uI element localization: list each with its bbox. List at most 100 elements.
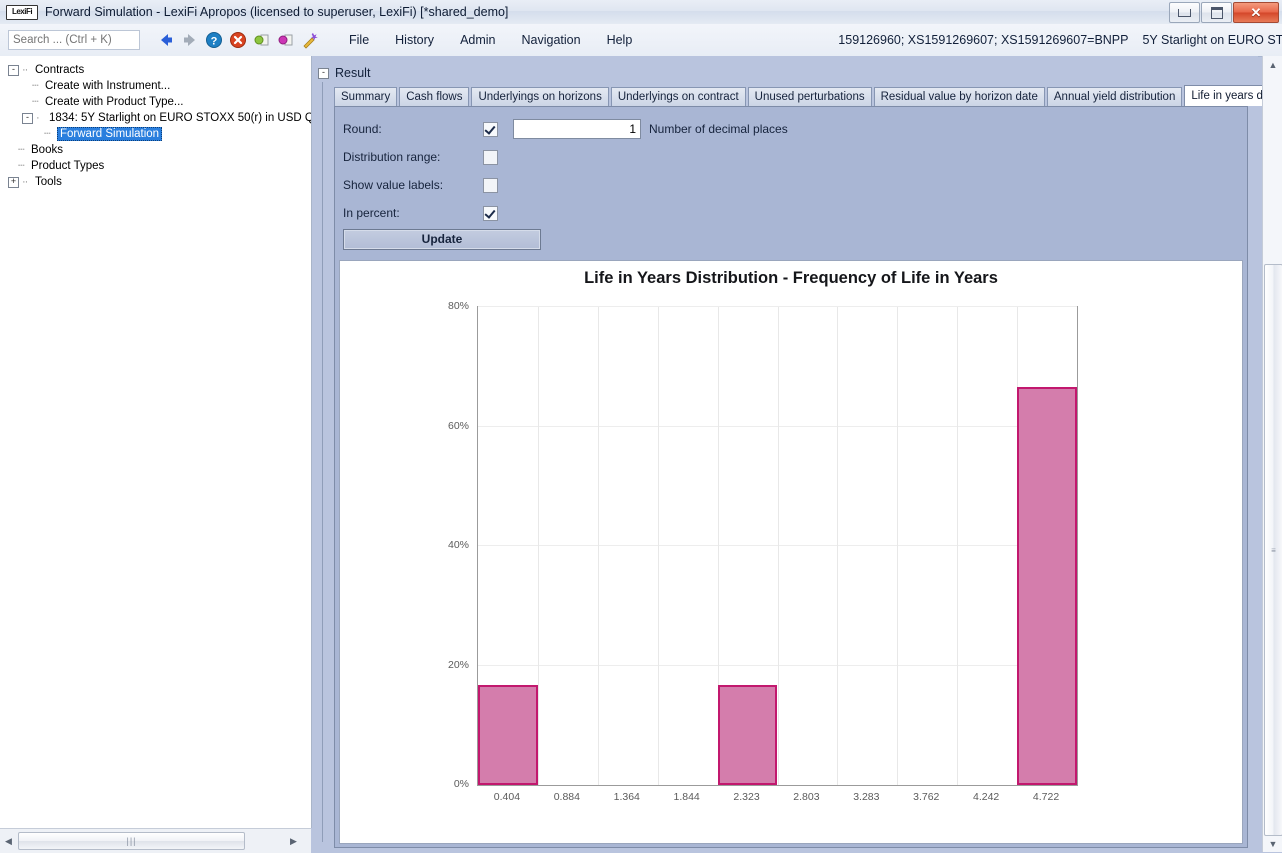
distribution-range-checkbox[interactable] [483,149,498,165]
tree-item-label: Create with Product Type... [45,96,184,109]
option-row-round: Round: Number of decimal places [343,115,1223,143]
option-row-show-value-labels: Show value labels: [343,171,1223,199]
tree-item-label: Create with Instrument... [45,80,171,93]
result-area: - Result Summary Cash flows Underlyings … [312,56,1282,852]
back-arrow-icon[interactable] [156,30,176,50]
scroll-up-arrow-icon[interactable]: ▲ [1263,56,1282,73]
error-icon[interactable] [228,30,248,50]
restore-icon [1210,6,1223,19]
search-input[interactable] [8,30,140,50]
round-checkbox[interactable] [483,121,498,137]
result-header-label: Result [335,66,371,80]
horizontal-scrollbar[interactable]: ◀ ||| ▶ [0,828,311,853]
result-tab-strip: Summary Cash flows Underlyings on horizo… [334,85,1282,106]
chart-gridline-v [897,307,899,785]
grip-icon: ||| [126,836,137,846]
tab-summary[interactable]: Summary [334,87,398,106]
instrument-identifiers: 159126960; XS1591269607; XS1591269607=BN… [838,33,1129,47]
close-button[interactable]: ✕ [1233,2,1279,23]
update-button[interactable]: Update [343,229,541,250]
help-icon[interactable]: ? [204,30,224,50]
tree-item-label: Forward Simulation [57,127,163,142]
tree-item-label: Product Types [31,160,105,173]
tree-item-label: 1834: 5Y Starlight on EURO STOXX 50(r) i… [49,112,312,125]
collapse-icon[interactable]: - [22,112,33,124]
menu-admin[interactable]: Admin [460,33,495,47]
chart-gridline-v [837,307,839,785]
distribution-range-label: Distribution range: [343,150,441,164]
tree-item-contracts[interactable]: - ·· Contracts [8,62,311,78]
tab-annual-yield-distribution[interactable]: Annual yield distribution [1046,87,1183,106]
chart-bar [717,685,778,785]
tree-item-create-with-product-type[interactable]: ┄ Create with Product Type... [8,94,311,110]
green-note-icon[interactable] [252,30,272,50]
tree-item-label: Books [31,144,63,157]
tree-item-contract-1834[interactable]: - · 1834: 5Y Starlight on EURO STOXX 50(r)… [8,110,311,126]
chart-y-tick-label: 20% [447,658,469,671]
expand-icon[interactable]: + [8,176,19,188]
navigation-tree-panel: - ·· Contracts ┄ Create with Instrument... … [0,56,312,828]
show-value-labels-checkbox[interactable] [483,177,498,193]
chart-container: Life in Years Distribution - Frequency o… [339,260,1243,844]
window-title: Forward Simulation - LexiFi Apropos (lic… [45,5,509,19]
tree-item-tools[interactable]: + ·· Tools [8,174,311,190]
chart-gridline-v [597,307,599,785]
close-icon: ✕ [1250,4,1262,20]
window-controls: ✕ [1168,2,1279,23]
chart-bar [478,685,538,785]
scroll-left-arrow-icon[interactable]: ◀ [0,833,17,849]
menu-history[interactable]: History [395,33,434,47]
chart-y-tick-label: 40% [447,539,469,551]
tab-underlyings-on-horizons[interactable]: Underlyings on horizons [471,87,609,106]
collapse-icon[interactable]: - [8,64,19,76]
option-row-distribution-range: Distribution range: [343,143,1223,171]
minimize-button[interactable] [1169,2,1200,23]
show-value-labels-label: Show value labels: [343,178,444,192]
magic-wand-icon[interactable] [300,30,320,50]
vertical-scrollbar[interactable]: ▲ ≡ ▼ [1262,56,1282,852]
scroll-down-arrow-icon[interactable]: ▼ [1263,835,1282,852]
tab-underlyings-on-contract[interactable]: Underlyings on contract [610,87,746,106]
navigation-tree: - ·· Contracts ┄ Create with Instrument... … [0,56,311,190]
menu-navigation[interactable]: Navigation [522,33,581,47]
tree-item-forward-simulation[interactable]: ┄ Forward Simulation [8,126,311,142]
chart-plot-area [477,306,1078,786]
tree-item-create-with-instrument[interactable]: ┄ Create with Instrument... [8,78,311,94]
tab-residual-value-by-horizon-date[interactable]: Residual value by horizon date [873,87,1045,106]
minimize-icon [1178,8,1191,17]
tree-item-product-types[interactable]: ┄ Product Types [8,158,311,174]
tree-connector-line [322,82,323,842]
scroll-right-arrow-icon[interactable]: ▶ [285,833,302,849]
toolbar: ? File History Admin Navigation Help 159… [0,24,1282,57]
forward-arrow-icon[interactable] [180,30,200,50]
chart-title: Life in Years Distribution - Frequency o… [584,269,998,287]
menu-help[interactable]: Help [607,33,633,47]
chart-y-tick-label: 80% [447,300,469,312]
restore-button[interactable] [1201,2,1232,23]
vertical-scrollbar-thumb[interactable]: ≡ [1264,264,1282,836]
round-decimals-input[interactable] [513,119,641,139]
horizontal-scrollbar-thumb[interactable]: ||| [18,832,245,850]
chart-gridline-v [657,307,659,785]
tree-item-books[interactable]: ┄ Books [8,142,311,158]
title-bar: LexiFi Forward Simulation - LexiFi Aprop… [0,0,1282,25]
collapse-icon[interactable]: - [318,67,329,79]
app-logo-icon: LexiFi [6,4,38,20]
life-in-years-distribution-panel: Round: Number of decimal places Distribu… [334,106,1248,848]
chart-y-tick-label: 0% [453,778,469,790]
chart-gridline-v [537,307,539,785]
result-header: - Result [318,66,370,80]
chart-gridline-v [777,307,779,785]
round-hint-label: Number of decimal places [649,122,788,136]
menu-file[interactable]: File [349,33,369,47]
svg-text:?: ? [211,36,218,48]
round-label: Round: [343,122,382,136]
tab-cash-flows[interactable]: Cash flows [399,87,470,106]
chart-y-tick-label: 60% [447,419,469,432]
tab-unused-perturbations[interactable]: Unused perturbations [747,87,872,106]
tree-item-label: Contracts [35,64,85,77]
option-row-in-percent: In percent: [343,199,1223,227]
in-percent-checkbox[interactable] [483,205,498,221]
magenta-note-icon[interactable] [276,30,296,50]
chart-x-tick-label: 4.722 [1032,791,1060,803]
